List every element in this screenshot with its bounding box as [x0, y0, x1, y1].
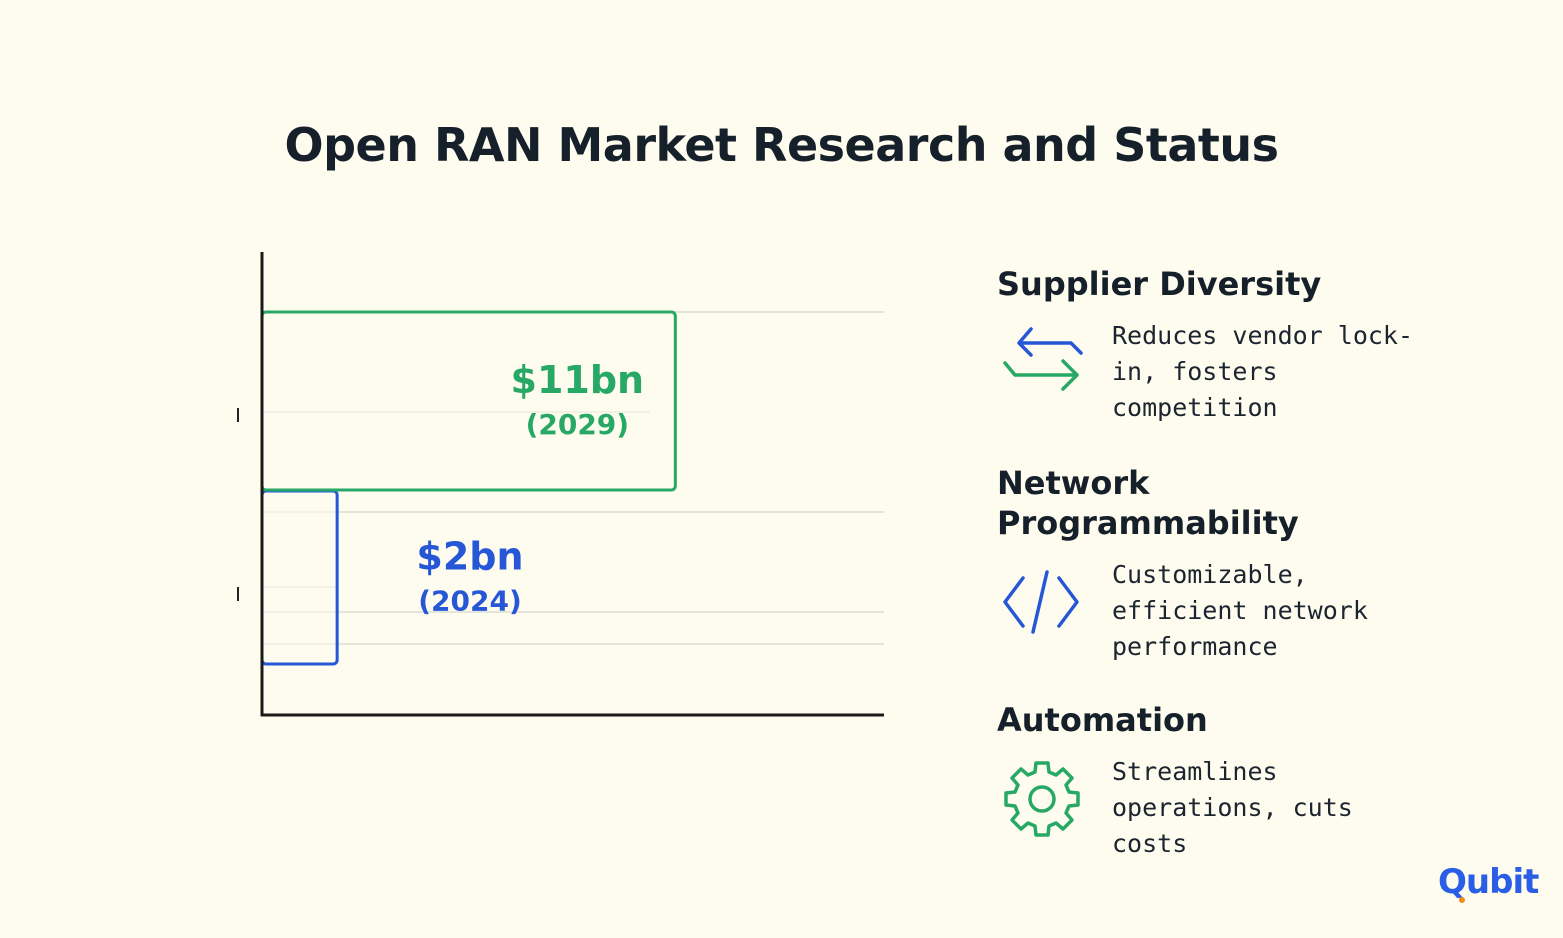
qubit-logo: Qubit	[1438, 862, 1539, 902]
feature-title: Supplier Diversity	[997, 265, 1322, 303]
bar-2024	[260, 489, 339, 666]
swap-arrows-icon	[997, 318, 1087, 408]
bar-year-label: (2029)	[526, 408, 630, 441]
bar-year-label: (2024)	[418, 585, 522, 618]
feature-title: Network Programmability	[997, 464, 1299, 542]
page-title: Open RAN Market Research and Status	[284, 118, 1279, 172]
feature-supplier-diversity: Supplier Diversity Reduces vendor lock-i…	[997, 264, 1422, 426]
feature-network-programmability: Network Programmability Customizable, ef…	[997, 463, 1422, 665]
feature-title: Automation	[997, 701, 1208, 739]
market-bar-chart: $2bn (2024) $11bn (2029)	[237, 252, 884, 717]
bar-value-label: $11bn	[511, 358, 645, 402]
feature-row: Reduces vendor lock-in, fosters competit…	[997, 318, 1422, 426]
gear-icon	[997, 754, 1087, 844]
feature-automation: Automation Streamlines operations, cuts …	[997, 700, 1422, 862]
feature-description: Reduces vendor lock-in, fosters competit…	[1112, 321, 1414, 422]
feature-row: Streamlines operations, cuts costs	[997, 754, 1422, 862]
code-icon	[997, 557, 1087, 647]
logo-accent-dot	[1459, 897, 1465, 903]
feature-description: Customizable, efficient network performa…	[1112, 560, 1368, 661]
bar-value-label: $2bn	[416, 535, 523, 579]
feature-row: Customizable, efficient network performa…	[997, 557, 1422, 665]
feature-description: Streamlines operations, cuts costs	[1112, 757, 1353, 858]
